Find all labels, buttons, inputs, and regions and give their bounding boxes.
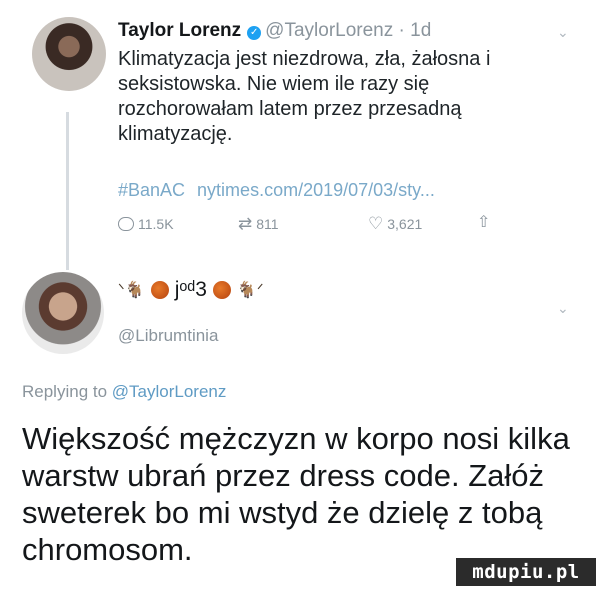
tweet-text: Klimatyzacja jest niezdrowa, zła, żałosn… — [118, 48, 491, 145]
retweet-count: 811 — [256, 216, 279, 232]
share-icon: ⇧ — [477, 214, 491, 231]
reply-author-text: jᵒᵈ3 — [174, 278, 207, 301]
librumtinia-avatar[interactable] — [22, 272, 104, 354]
reply-button[interactable]: 11.5K — [118, 216, 174, 232]
author-name[interactable]: Taylor Lorenz — [118, 20, 241, 41]
taylor-lorenz-avatar[interactable] — [32, 17, 106, 91]
chevron-down-icon[interactable]: ⌄ — [557, 24, 569, 41]
chevron-down-icon[interactable]: ⌄ — [557, 300, 569, 317]
retweet-button[interactable]: ⇄ 811 — [238, 214, 279, 233]
tweet-header: Taylor Lorenz ✓ @TaylorLorenz · 1d — [118, 20, 431, 42]
reply-count: 11.5K — [138, 216, 174, 232]
replying-prefix: Replying to — [22, 382, 108, 401]
heart-icon: ♡ — [368, 214, 384, 233]
retweet-icon: ⇄ — [238, 214, 253, 233]
reply-bubble-icon — [118, 217, 134, 231]
hashtag-link[interactable]: #BanAC — [118, 180, 185, 200]
basketball-emoji-icon — [150, 281, 169, 299]
watermark-logo: mdupiu.pl — [456, 558, 596, 586]
replying-to-link[interactable]: @TaylorLorenz — [112, 382, 227, 401]
reply-tweet-text: Większość mężczyzn w korpo nosi kilka wa… — [22, 421, 570, 567]
article-link[interactable]: nytimes.com/2019/07/03/sty... — [197, 180, 435, 200]
goat-emoji-icon: ᐠ🐐 — [118, 282, 145, 299]
like-button[interactable]: ♡ 3,621 — [368, 214, 423, 233]
thread-connector-line — [66, 112, 69, 270]
verified-badge-icon: ✓ — [247, 26, 262, 40]
share-button[interactable]: ⇧ — [477, 214, 494, 231]
basketball-emoji-icon — [212, 281, 231, 299]
author-handle-time[interactable]: @TaylorLorenz · 1d — [265, 20, 431, 41]
like-count: 3,621 — [387, 216, 423, 232]
goat-emoji-icon: 🐐ᐟ — [236, 282, 264, 299]
reply-author-name[interactable]: ᐠ🐐 jᵒᵈ3 🐐ᐟ — [118, 278, 264, 302]
original-tweet: Taylor Lorenz ✓ @TaylorLorenz · 1d ⌄ Klima… — [0, 0, 600, 270]
reply-author-handle[interactable]: @Librumtinia — [118, 326, 218, 346]
tweet-links: #BanAC nytimes.com/2019/07/03/sty... — [118, 180, 435, 201]
replying-to-line: Replying to @TaylorLorenz — [22, 382, 226, 402]
